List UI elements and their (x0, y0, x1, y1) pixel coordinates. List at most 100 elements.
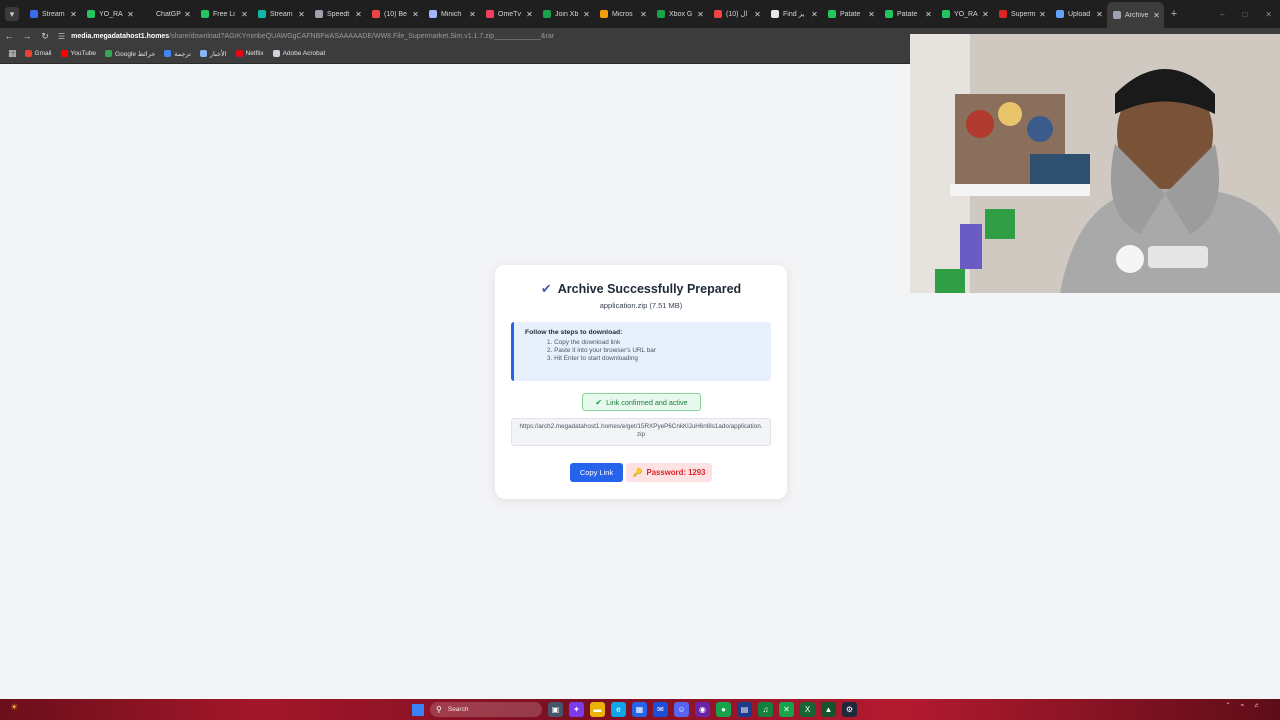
site-info-icon[interactable]: ☰ (58, 32, 65, 41)
forward-icon[interactable]: → (18, 31, 36, 41)
browser-tab[interactable]: Patate ✕ (822, 2, 879, 26)
browser-tab[interactable]: Patate ✕ (879, 2, 936, 26)
tab-close-icon[interactable]: ✕ (69, 10, 78, 19)
bookmark-item[interactable]: Google خرائط (105, 50, 155, 58)
browser-tab[interactable]: YO_RA ✕ (81, 2, 138, 26)
browser-tab[interactable]: Join Xb ✕ (537, 2, 594, 26)
tab-close-icon[interactable]: ✕ (525, 10, 534, 19)
browser-tab[interactable]: Stream ✕ (24, 2, 81, 26)
browser-tab[interactable]: Upload ✕ (1050, 2, 1107, 26)
bookmark-favicon-icon (60, 50, 68, 57)
tab-favicon-icon (201, 10, 209, 18)
tab-close-icon[interactable]: ✕ (981, 10, 990, 19)
xbox-icon[interactable]: ✕ (779, 702, 794, 717)
file-explorer-icon[interactable]: ▬ (590, 702, 605, 717)
window-controls: – □ ✕ (1220, 0, 1272, 28)
webcam-overlay (910, 34, 1280, 293)
tab-favicon-icon (885, 10, 893, 18)
tab-close-icon[interactable]: ✕ (1095, 10, 1104, 19)
bookmark-item[interactable]: الأخبار (199, 50, 227, 58)
spotify-icon[interactable]: ♫ (758, 702, 773, 717)
browser-tab[interactable]: YO_RA ✕ (936, 2, 993, 26)
tab-title: Stream (270, 10, 293, 18)
download-link-field[interactable]: https://arch2.megadatahost1.homes/e/get/… (511, 418, 771, 446)
key-icon: 🔑 (632, 468, 643, 477)
tab-close-icon[interactable]: ✕ (240, 10, 249, 19)
browser-tab[interactable]: OmeTv ✕ (480, 2, 537, 26)
tab-close-icon[interactable]: ✕ (924, 10, 933, 19)
bookmark-favicon-icon (164, 50, 172, 57)
mail-icon[interactable]: ✉ (653, 702, 668, 717)
tab-close-icon[interactable]: ✕ (297, 10, 306, 19)
browser-tab[interactable]: Xbox G ✕ (651, 2, 708, 26)
wifi-icon[interactable]: ≈ (1241, 703, 1244, 709)
browser-tab[interactable]: Minich ✕ (423, 2, 480, 26)
apps-grid-icon[interactable]: ▦ (8, 48, 17, 59)
new-tab-button[interactable]: + (1164, 8, 1184, 20)
steam-icon[interactable]: ⚙ (842, 702, 857, 717)
tray-chevron-icon[interactable]: ⌃ (1226, 702, 1231, 709)
tab-close-icon[interactable]: ✕ (354, 10, 363, 19)
excel-icon[interactable]: X (800, 702, 815, 717)
discord-icon[interactable]: ☺ (674, 702, 689, 717)
tab-favicon-icon (942, 10, 950, 18)
tab-close-icon[interactable]: ✕ (810, 10, 819, 19)
tab-close-icon[interactable]: ✕ (183, 10, 192, 19)
taskbar-search-label: Search (447, 706, 469, 713)
tab-favicon-icon (1113, 11, 1121, 19)
calculator-icon[interactable]: ▤ (737, 702, 752, 717)
tab-close-icon[interactable]: ✕ (1038, 10, 1047, 19)
store-icon[interactable]: ▦ (632, 702, 647, 717)
bookmark-label: ترجمة (174, 50, 191, 58)
back-icon[interactable]: ← (0, 31, 18, 41)
task-view-icon[interactable]: ▣ (548, 702, 563, 717)
tab-close-icon[interactable]: ✕ (867, 10, 876, 19)
taskbar-search[interactable]: ⚲ Search (430, 702, 542, 717)
card-title: ✔ Archive Successfully Prepared (495, 281, 787, 297)
tab-close-icon[interactable]: ✕ (411, 10, 420, 19)
browser-tab[interactable]: Speedt ✕ (309, 2, 366, 26)
browser-tab[interactable]: ال (10) ✕ (708, 2, 765, 26)
volume-icon[interactable]: ♬ (1254, 703, 1260, 709)
tab-close-icon[interactable]: ✕ (1152, 11, 1161, 20)
tab-close-icon[interactable]: ✕ (753, 10, 762, 19)
browser-tab[interactable]: Micros ✕ (594, 2, 651, 26)
windows-start-icon[interactable] (412, 703, 424, 716)
tab-title: Find يز (783, 11, 805, 18)
tab-close-icon[interactable]: ✕ (696, 10, 705, 19)
tab-favicon-icon (543, 10, 551, 18)
copilot-icon[interactable]: ✦ (569, 702, 584, 717)
weather-widget[interactable]: ☀ (10, 702, 21, 713)
browser-tab[interactable]: Stream ✕ (252, 2, 309, 26)
bookmark-item[interactable]: Netflix (235, 50, 264, 57)
bookmark-item[interactable]: YouTube (60, 50, 96, 57)
browser-tab[interactable]: ChatGP ✕ (138, 2, 195, 26)
tab-search-icon[interactable]: ▾ (5, 7, 19, 21)
browser-tab[interactable]: Free Li ✕ (195, 2, 252, 26)
close-window-button[interactable]: ✕ (1265, 10, 1272, 19)
tab-title: ChatGP (156, 10, 181, 18)
browser-tab[interactable]: Superm ✕ (993, 2, 1050, 26)
game-icon[interactable]: ▲ (821, 702, 836, 717)
chrome-icon[interactable]: ● (716, 702, 731, 717)
bookmark-item[interactable]: ترجمة (164, 50, 191, 58)
browser-tab[interactable]: Find يز ✕ (765, 2, 822, 26)
tab-favicon-icon (771, 10, 779, 18)
browser-tab[interactable]: (10) Be ✕ (366, 2, 423, 26)
tab-favicon-icon (30, 10, 38, 18)
step-item: 1. Copy the download link (547, 339, 621, 346)
minimize-button[interactable]: – (1220, 10, 1224, 19)
tab-close-icon[interactable]: ✕ (468, 10, 477, 19)
maximize-button[interactable]: □ (1242, 10, 1247, 19)
reload-icon[interactable]: ↻ (36, 31, 54, 42)
obs-icon[interactable]: ◉ (695, 702, 710, 717)
browser-tab[interactable]: Archive ✕ (1107, 2, 1164, 28)
tab-close-icon[interactable]: ✕ (582, 10, 591, 19)
tab-favicon-icon (144, 10, 152, 18)
edge-icon[interactable]: e (611, 702, 626, 717)
bookmark-item[interactable]: Gmail (24, 50, 52, 57)
tab-close-icon[interactable]: ✕ (639, 10, 648, 19)
copy-link-button[interactable]: Copy Link (570, 463, 623, 482)
bookmark-item[interactable]: Adobe Acrobat (272, 50, 325, 57)
tab-close-icon[interactable]: ✕ (126, 10, 135, 19)
